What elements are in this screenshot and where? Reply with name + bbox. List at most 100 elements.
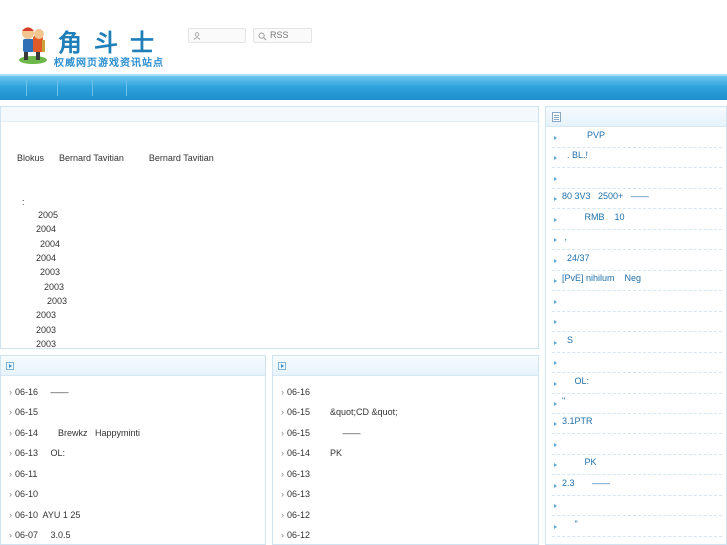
gladiator-mascot-icon [19,27,47,64]
chevron-right-icon: › [9,387,12,397]
sidebar-item[interactable]: , [552,230,722,250]
bullet-icon [554,279,557,283]
sidebar-item[interactable]: S [552,333,722,353]
sidebar-item[interactable] [552,169,722,189]
sidebar-news: PVP . BL.! 80 3V3 2500+ —— RMB 10 , 24/3… [545,106,727,545]
bullet-icon [554,504,557,508]
bullet-icon [554,177,557,181]
sidebar-item[interactable]: PK [552,455,722,475]
bullet-icon [554,341,557,345]
bullet-icon [554,402,557,406]
site-header: 角斗士 权威网页游戏资讯站点 RSS [0,0,727,74]
bullet-icon [554,484,557,488]
chevron-right-icon: › [281,510,284,520]
sidebar-item[interactable] [552,435,722,455]
list-item[interactable]: › 06-12 [281,530,310,542]
sidebar-item[interactable]: OL: [552,374,722,394]
sidebar-item[interactable] [552,292,722,312]
bullet-icon [554,463,557,467]
article-year: 2003 [44,282,65,292]
sidebar-item[interactable]: 3.1PTR [552,414,722,434]
list-item[interactable]: › 06-16 [281,387,310,399]
bullet-icon [554,259,557,263]
chevron-right-icon: › [281,448,284,458]
list-item[interactable]: › 06-13 [281,489,310,501]
sidebar-item[interactable]: RMB 10 [552,210,722,230]
bullet-icon [554,136,557,140]
article-year: 2003 [36,310,57,320]
site-logo[interactable]: 角斗士 权威网页游戏资讯站点 [16,24,166,69]
chevron-right-icon: › [9,428,12,438]
login-input[interactable] [188,28,246,43]
list-item[interactable]: › 06-16 —— [9,387,69,399]
nav-item-3[interactable] [58,80,93,96]
article-colon: : [22,197,25,207]
list-item[interactable]: › 06-10 AYU 1 25 [9,510,80,522]
article-header [1,107,538,122]
sidebar-item[interactable]: " [552,394,722,414]
document-icon [552,112,561,122]
list-item[interactable]: › 06-07 3.0.5 [9,530,71,542]
sidebar-item[interactable]: PVP [552,128,722,148]
sidebar-item[interactable]: [PvE] nihilum Neg [552,271,722,291]
bullet-icon [554,525,557,529]
bullet-icon [554,443,557,447]
sidebar-header [546,107,726,127]
chevron-right-icon: › [9,489,12,499]
chevron-right-icon: › [281,407,284,417]
sidebar-item[interactable]: 24/37 [552,251,722,271]
news-list-right: › 06-16 › 06-15 &quot;CD &quot; › 06-15 —— … [272,355,539,545]
list-item[interactable]: › 06-14 PK [281,448,342,460]
list-item[interactable]: › 06-15 [9,407,38,419]
article-year: 2004 [36,253,57,263]
search-icon [258,32,267,41]
sidebar-item[interactable] [552,312,722,332]
chevron-right-icon: › [9,530,12,540]
list-item[interactable]: › 06-14 Brewkz Happyminti [9,428,140,440]
article-year: 2003 [36,339,57,349]
sidebar-item[interactable]: " [552,517,722,537]
article-year: 2005 [38,210,59,220]
sidebar-item[interactable]: 2.3 —— [552,476,722,496]
bullet-icon [554,320,557,324]
panel-header [273,356,538,376]
arrow-icon [6,362,14,370]
sidebar-item[interactable] [552,353,722,373]
chevron-right-icon: › [281,428,284,438]
nav-item-2[interactable] [27,80,58,96]
nav-item-4[interactable] [93,80,127,96]
bullet-icon [554,382,557,386]
list-item[interactable]: › 06-10 [9,489,38,501]
chevron-right-icon: › [281,489,284,499]
bullet-icon [554,156,557,160]
nav-item-1[interactable] [0,80,27,96]
list-item[interactable]: › 06-13 [281,469,310,481]
rss-link[interactable]: RSS [253,28,312,43]
chevron-right-icon: › [9,469,12,479]
bullet-icon [554,300,557,304]
bullet-icon [554,218,557,222]
chevron-right-icon: › [9,510,12,520]
sidebar-item[interactable] [552,496,722,516]
chevron-right-icon: › [9,407,12,417]
chevron-right-icon: › [9,448,12,458]
list-item[interactable]: › 06-15 &quot;CD &quot; [281,407,398,419]
user-icon [193,32,201,40]
logo-subtitle: 权威网页游戏资讯站点 [54,58,164,69]
article-year: 2003 [47,296,68,306]
chevron-right-icon: › [281,530,284,540]
logo-title: 角斗士 [58,29,166,57]
bullet-icon [554,197,557,201]
article-year: 2004 [40,239,61,249]
article-panel: Blokus Bernard Tavitian Bernard Tavitian… [0,106,539,349]
list-item[interactable]: › 06-15 —— [281,428,361,440]
list-item[interactable]: › 06-11 [9,469,37,481]
list-item[interactable]: › 06-12 [281,510,310,522]
bullet-icon [554,422,557,426]
sidebar-item[interactable]: . BL.! [552,148,722,168]
list-item[interactable]: › 06-13 OL: [9,448,65,460]
sidebar-item[interactable]: 80 3V3 2500+ —— [552,189,722,209]
article-intro: Blokus Bernard Tavitian Bernard Tavitian [17,153,214,163]
article-year: 2004 [36,224,57,234]
article-year: 2003 [36,325,57,335]
